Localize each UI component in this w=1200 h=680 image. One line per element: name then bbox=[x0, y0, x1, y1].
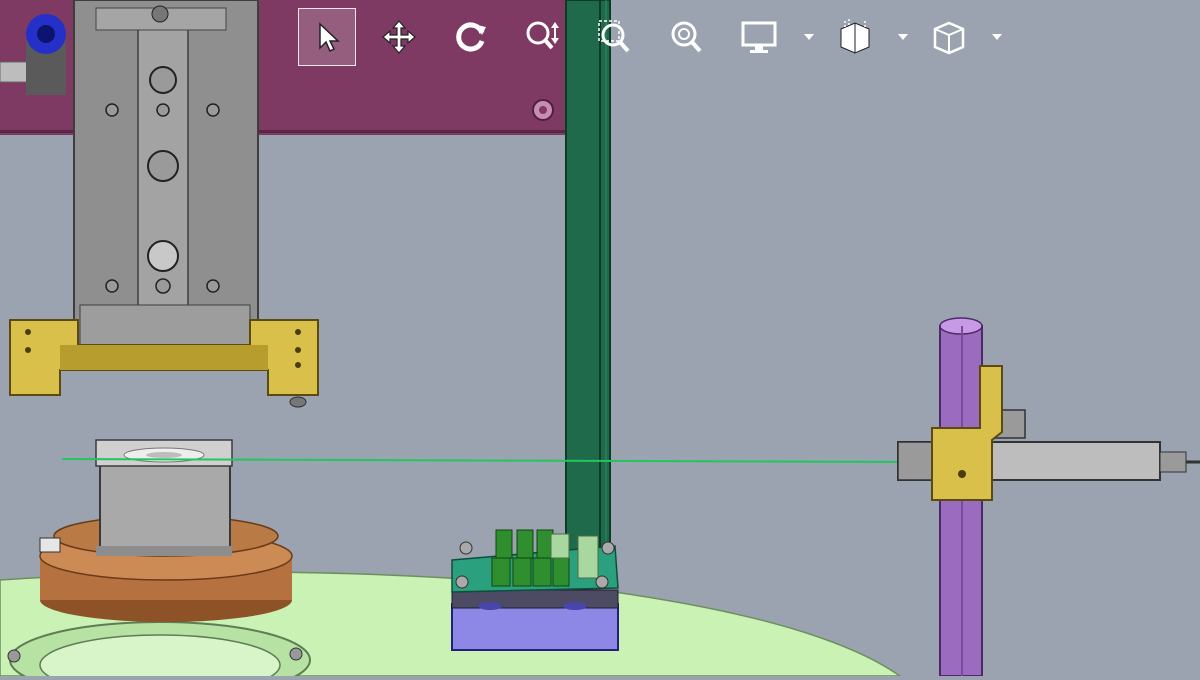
chevron-down-icon bbox=[898, 34, 908, 40]
rotate-tool-button[interactable] bbox=[442, 8, 500, 66]
zoom-to-area-button[interactable] bbox=[586, 8, 644, 66]
section-view-button[interactable] bbox=[826, 8, 884, 66]
zoom-in-out-button[interactable] bbox=[514, 8, 572, 66]
monitor-icon bbox=[741, 21, 777, 53]
assembly-scene[interactable] bbox=[0, 0, 1200, 680]
gray-sensor-block[interactable] bbox=[95, 439, 233, 556]
section-cube-icon bbox=[840, 19, 870, 54]
rotate-icon bbox=[456, 22, 486, 52]
chevron-down-icon bbox=[992, 34, 1002, 40]
move-arrows-icon bbox=[382, 20, 416, 54]
green-vertical-post[interactable] bbox=[565, 0, 611, 557]
slide-cylinder[interactable] bbox=[73, 0, 259, 346]
pointer-arrow-icon bbox=[319, 22, 340, 53]
zoom-to-area-icon bbox=[598, 20, 630, 53]
view-toolbar bbox=[298, 4, 1018, 66]
zoom-to-fit-icon bbox=[671, 21, 702, 53]
select-tool-button[interactable] bbox=[298, 8, 356, 66]
display-style-dropdown[interactable] bbox=[802, 28, 816, 48]
view-orientation-dropdown[interactable] bbox=[990, 28, 1004, 48]
zoom-to-fit-button[interactable] bbox=[658, 8, 716, 66]
section-view-dropdown[interactable] bbox=[896, 28, 910, 48]
zoom-in-out-icon bbox=[526, 21, 559, 50]
display-style-button[interactable] bbox=[730, 8, 788, 66]
cad-3d-viewport[interactable] bbox=[0, 0, 1200, 680]
chevron-down-icon bbox=[804, 34, 814, 40]
view-orientation-button[interactable] bbox=[920, 8, 978, 66]
cube-icon bbox=[933, 21, 965, 55]
pan-tool-button[interactable] bbox=[370, 8, 428, 66]
